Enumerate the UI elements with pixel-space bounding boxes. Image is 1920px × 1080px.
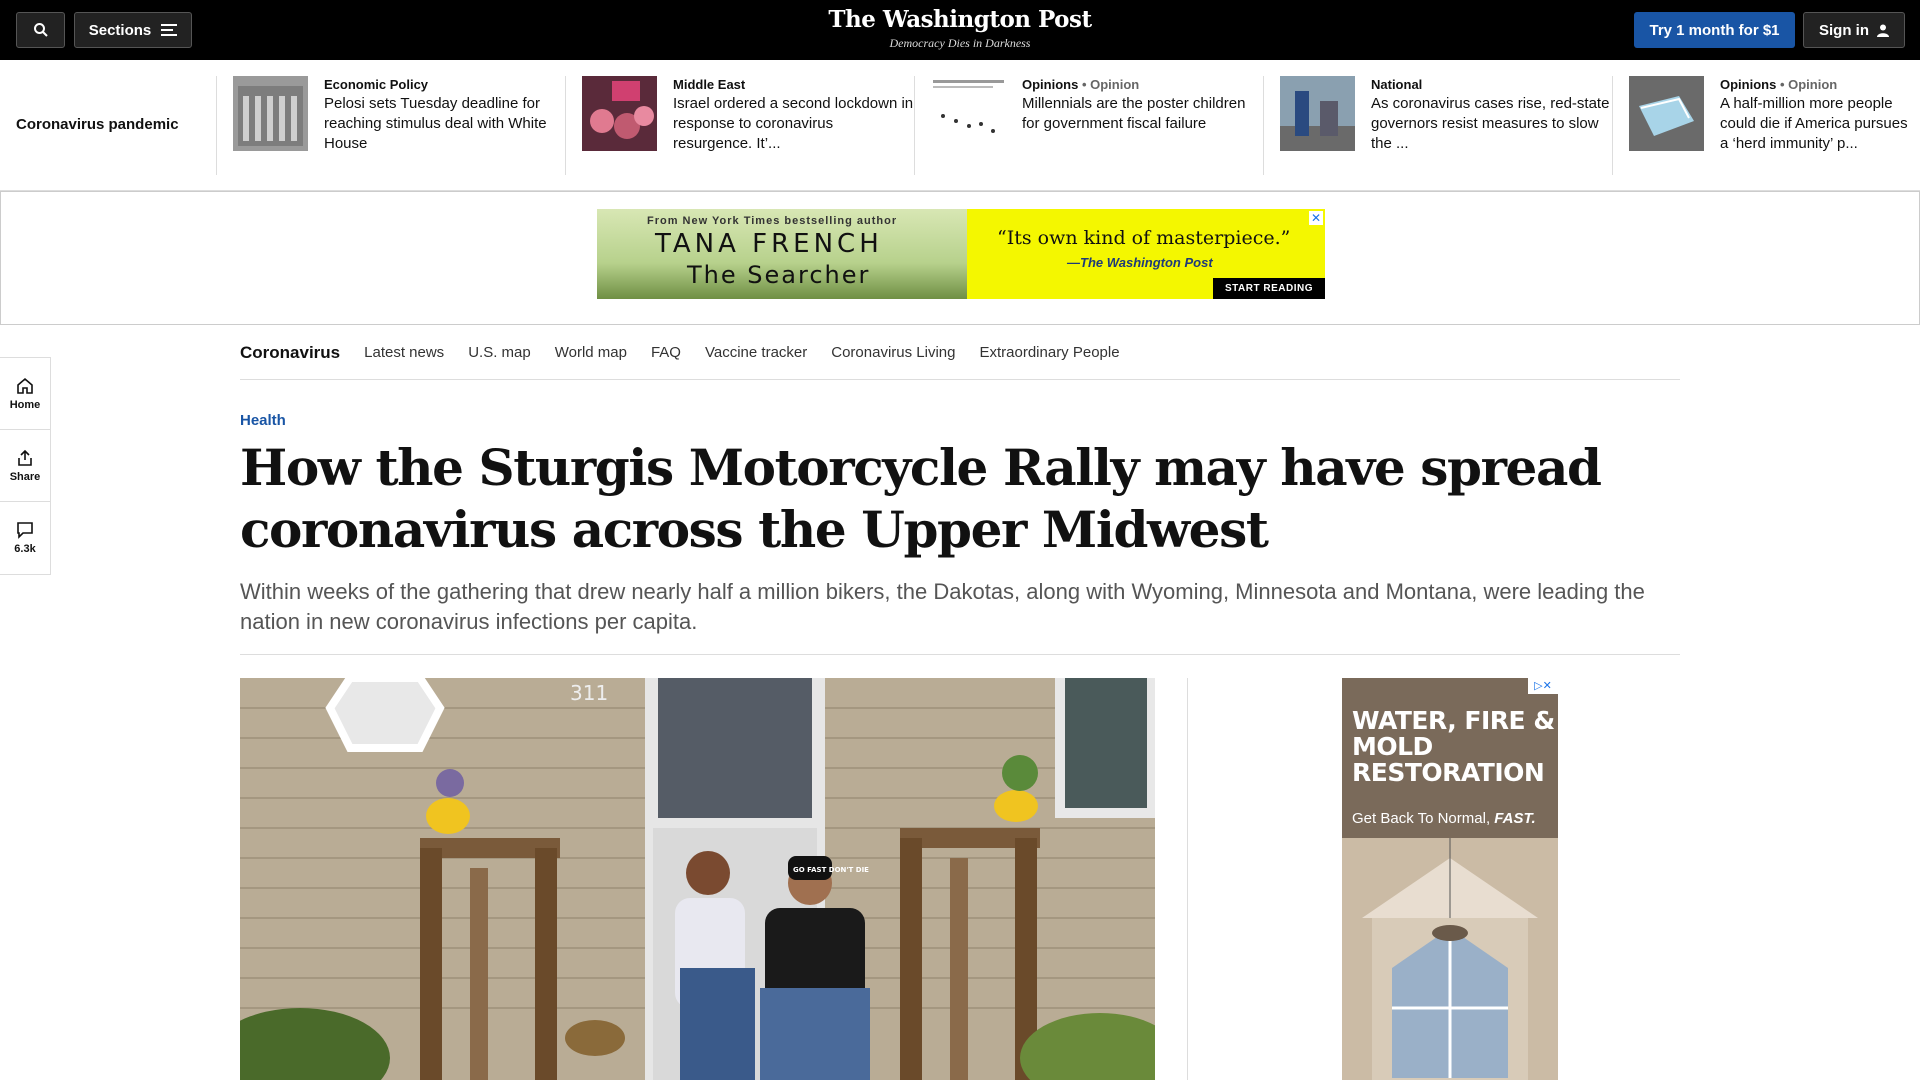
opinion-tag: • Opinion bbox=[1081, 77, 1140, 92]
strip-headline[interactable]: As coronavirus cases rise, red-state gov… bbox=[1371, 94, 1612, 154]
menu-icon bbox=[161, 24, 178, 36]
topic-strip: Coronavirus pandemic Economic Policy Pel… bbox=[0, 60, 1920, 191]
sign-in-button[interactable]: Sign in bbox=[1803, 12, 1905, 48]
share-label: Share bbox=[9, 470, 41, 483]
thumbnail-image[interactable] bbox=[1280, 76, 1355, 151]
adchoices-icon[interactable]: ▷✕ bbox=[1528, 678, 1558, 694]
comments-button[interactable]: 6.3k bbox=[0, 502, 50, 574]
search-icon bbox=[33, 23, 48, 37]
strip-item[interactable]: Middle East Israel ordered a second lock… bbox=[565, 76, 914, 175]
top-bar: Sections The Washington Post Democracy D… bbox=[0, 0, 1920, 60]
thumbnail-image[interactable] bbox=[931, 76, 1006, 151]
side-ad-subtitle-em: FAST. bbox=[1494, 810, 1536, 827]
side-ad-subtitle-plain: Get Back To Normal, bbox=[1352, 810, 1491, 827]
house-number: 311 bbox=[570, 681, 608, 705]
strip-kicker-text[interactable]: Opinions bbox=[1720, 77, 1776, 92]
side-ad-subtitle: Get Back To Normal, FAST. bbox=[1352, 810, 1536, 827]
banner-quote: “Its own kind of masterpiece.” bbox=[997, 227, 1291, 249]
article-headline: How the Sturgis Motorcycle Rally may hav… bbox=[240, 438, 1602, 559]
strip-label[interactable]: Coronavirus pandemic bbox=[16, 116, 179, 133]
strip-item[interactable]: Opinions • Opinion Millennials are the p… bbox=[914, 76, 1263, 175]
ad-close-icon[interactable]: ✕ bbox=[1309, 211, 1323, 225]
sections-label: Sections bbox=[88, 21, 152, 39]
subnav-link-faq[interactable]: FAQ bbox=[651, 344, 681, 361]
cap-text: GO FAST DON'T DIE bbox=[793, 866, 869, 874]
subnav-link-extraordinary-people[interactable]: Extraordinary People bbox=[979, 344, 1119, 361]
ad-band: From New York Times bestselling author T… bbox=[0, 191, 1920, 325]
comments-count: 6.3k bbox=[14, 543, 36, 555]
strip-item[interactable]: National As coronavirus cases rise, red-… bbox=[1263, 76, 1612, 175]
masthead[interactable]: The Washington Post Democracy Dies in Da… bbox=[760, 6, 1160, 51]
share-button[interactable]: Share bbox=[0, 430, 50, 502]
subnav-link-vaccine-tracker[interactable]: Vaccine tracker bbox=[705, 344, 807, 361]
subnav-link-latest-news[interactable]: Latest news bbox=[364, 344, 444, 361]
home-button[interactable]: Home bbox=[0, 358, 50, 430]
opinion-tag: • Opinion bbox=[1779, 77, 1838, 92]
strip-kicker[interactable]: National bbox=[1371, 76, 1612, 94]
home-label: Home bbox=[9, 398, 41, 411]
strip-kicker[interactable]: Opinions • Opinion bbox=[1720, 76, 1920, 94]
banner-from-text: From New York Times bestselling author bbox=[647, 215, 898, 227]
divider bbox=[240, 654, 1680, 655]
coronavirus-subnav: Coronavirus Latest news U.S. map World m… bbox=[240, 326, 1680, 380]
subnav-title[interactable]: Coronavirus bbox=[240, 343, 340, 363]
banner-book-title: The Searcher bbox=[687, 261, 871, 289]
comment-icon bbox=[17, 522, 33, 539]
strip-item[interactable]: Opinions • Opinion A half-million more p… bbox=[1612, 76, 1920, 175]
strip-kicker[interactable]: Economic Policy bbox=[324, 76, 565, 94]
banner-ad-right[interactable]: “Its own kind of masterpiece.” —The Wash… bbox=[967, 209, 1325, 299]
side-ad-image[interactable] bbox=[1342, 838, 1558, 1080]
banner-quote-source: —The Washington Post bbox=[1067, 255, 1213, 270]
thumbnail-image[interactable] bbox=[1629, 76, 1704, 151]
site-tagline: Democracy Dies in Darkness bbox=[889, 36, 1031, 50]
strip-headline[interactable]: A half-million more people could die if … bbox=[1720, 94, 1920, 154]
strip-headline[interactable]: Israel ordered a second lockdown in resp… bbox=[673, 94, 914, 154]
article-dek: Within weeks of the gathering that drew … bbox=[240, 579, 1645, 634]
share-icon bbox=[18, 449, 32, 466]
side-ad-top[interactable]: WATER, FIRE & MOLD RESTORATION Get Back … bbox=[1342, 678, 1558, 838]
strip-kicker[interactable]: Opinions • Opinion bbox=[1022, 76, 1263, 94]
banner-author: TANA FRENCH bbox=[655, 229, 883, 259]
banner-ad-left[interactable]: From New York Times bestselling author T… bbox=[597, 209, 967, 299]
side-ad[interactable]: WATER, FIRE & MOLD RESTORATION Get Back … bbox=[1342, 678, 1558, 1080]
sign-in-label: Sign in bbox=[1819, 21, 1869, 39]
thumbnail-image[interactable] bbox=[233, 76, 308, 151]
strip-headline[interactable]: Millennials are the poster children for … bbox=[1022, 94, 1263, 134]
sections-button[interactable]: Sections bbox=[74, 12, 192, 48]
home-icon bbox=[17, 377, 33, 394]
article-lead-photo[interactable]: 311 GO FAST DON'T DIE bbox=[240, 678, 1155, 1080]
strip-kicker-text[interactable]: Opinions bbox=[1022, 77, 1078, 92]
left-rail: Home Share 6.3k bbox=[0, 357, 51, 575]
banner-ad[interactable]: From New York Times bestselling author T… bbox=[597, 209, 1325, 299]
subnav-link-coronavirus-living[interactable]: Coronavirus Living bbox=[831, 344, 955, 361]
subnav-link-us-map[interactable]: U.S. map bbox=[468, 344, 531, 361]
strip-headline[interactable]: Pelosi sets Tuesday deadline for reachin… bbox=[324, 94, 565, 154]
user-icon bbox=[1877, 24, 1889, 37]
strip-kicker[interactable]: Middle East bbox=[673, 76, 914, 94]
subscribe-button[interactable]: Try 1 month for $1 bbox=[1634, 12, 1795, 48]
site-logo[interactable]: The Washington Post bbox=[760, 6, 1160, 34]
article-section-label[interactable]: Health bbox=[240, 412, 286, 429]
strip-headline-text[interactable]: A half-million more people could die if … bbox=[1720, 94, 1920, 154]
column-divider bbox=[1187, 678, 1188, 1080]
search-button[interactable] bbox=[16, 12, 65, 48]
subnav-link-world-map[interactable]: World map bbox=[555, 344, 627, 361]
side-ad-title: WATER, FIRE & MOLD RESTORATION bbox=[1352, 706, 1555, 787]
banner-cta-button[interactable]: START READING bbox=[1213, 278, 1325, 299]
thumbnail-image[interactable] bbox=[582, 76, 657, 151]
strip-item[interactable]: Economic Policy Pelosi sets Tuesday dead… bbox=[216, 76, 565, 175]
